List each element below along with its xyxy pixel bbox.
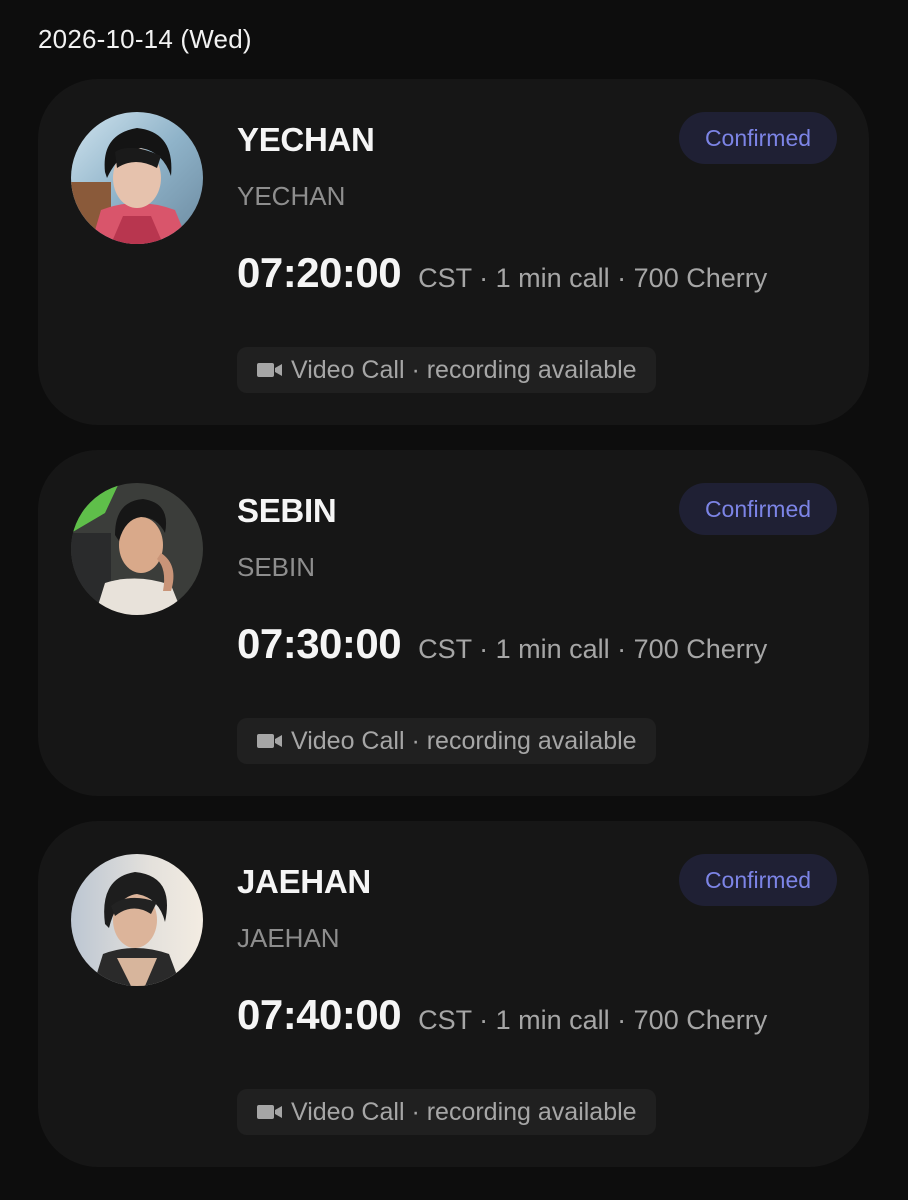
call-time: 07:20:00 <box>237 249 402 296</box>
call-details: CST · 1 min call · 700 Cherry <box>418 1005 768 1035</box>
call-type-label: Video Call · recording available <box>291 355 637 384</box>
member-subname: SEBIN <box>237 552 316 582</box>
member-name: SEBIN <box>237 492 337 529</box>
call-type-chip: Video Call · recording available <box>237 347 656 393</box>
call-time-row: 07:40:00 CST · 1 min call · 700 Cherry <box>237 991 767 1039</box>
video-camera-icon <box>257 362 283 378</box>
call-time-row: 07:20:00 CST · 1 min call · 700 Cherry <box>237 249 767 297</box>
date-header: 2026-10-14 (Wed) <box>38 24 252 54</box>
call-type-label: Video Call · recording available <box>291 1097 637 1126</box>
call-time: 07:40:00 <box>237 991 402 1038</box>
status-badge: Confirmed <box>679 483 837 535</box>
call-details: CST · 1 min call · 700 Cherry <box>418 263 768 293</box>
avatar[interactable] <box>71 112 203 244</box>
video-camera-icon <box>257 733 283 749</box>
call-time: 07:30:00 <box>237 620 402 667</box>
member-subname: YECHAN <box>237 181 346 211</box>
call-time-row: 07:30:00 CST · 1 min call · 700 Cherry <box>237 620 767 668</box>
member-name: YECHAN <box>237 121 375 158</box>
avatar[interactable] <box>71 483 203 615</box>
member-subname: JAEHAN <box>237 923 340 953</box>
call-details: CST · 1 min call · 700 Cherry <box>418 634 768 664</box>
call-card[interactable]: JAEHAN JAEHAN Confirmed 07:40:00 CST · 1… <box>38 821 869 1167</box>
call-type-label: Video Call · recording available <box>291 726 637 755</box>
avatar[interactable] <box>71 854 203 986</box>
call-type-chip: Video Call · recording available <box>237 718 656 764</box>
call-card[interactable]: YECHAN YECHAN Confirmed 07:20:00 CST · 1… <box>38 79 869 425</box>
status-badge: Confirmed <box>679 112 837 164</box>
status-badge: Confirmed <box>679 854 837 906</box>
call-type-chip: Video Call · recording available <box>237 1089 656 1135</box>
call-card[interactable]: SEBIN SEBIN Confirmed 07:30:00 CST · 1 m… <box>38 450 869 796</box>
video-camera-icon <box>257 1104 283 1120</box>
member-name: JAEHAN <box>237 863 371 900</box>
